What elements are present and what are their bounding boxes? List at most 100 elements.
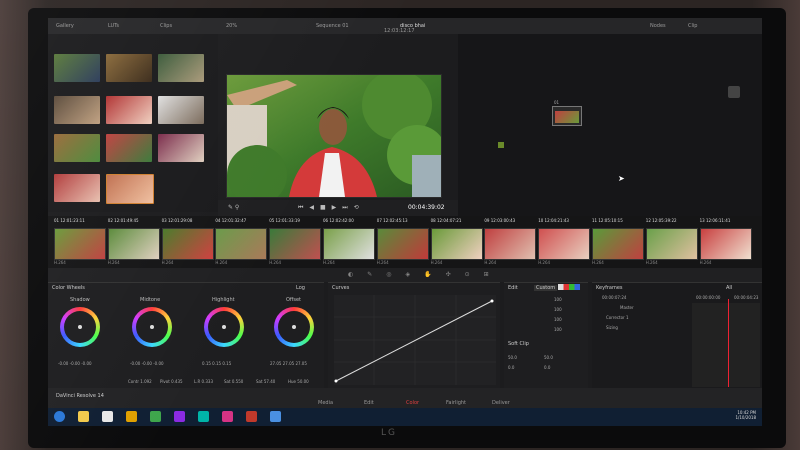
edit-value-4[interactable]: 100: [554, 327, 562, 332]
track-sizing[interactable]: Sizing: [606, 325, 618, 330]
footer-sat[interactable]: Sat 0.550: [224, 379, 243, 384]
edit-value-2[interactable]: 100: [554, 307, 562, 312]
transport-controls[interactable]: ⏮◀■▶⏭⟲: [298, 204, 365, 212]
timeline-clip[interactable]: [323, 228, 375, 260]
keyframe-track-area[interactable]: [692, 303, 760, 387]
footer-hue[interactable]: Hue 50.00: [288, 379, 309, 384]
taskbar-app-icon[interactable]: [270, 411, 281, 422]
viewer-tools-icon[interactable]: ✎ ⚲: [228, 204, 239, 211]
clip-timecode: 01 12:01:23:11: [54, 218, 85, 223]
media-thumb[interactable]: [106, 54, 152, 82]
color-wheels-panel: Color Wheels Log Shadow -0.00 -0.00 -0.0…: [48, 282, 324, 389]
windows-taskbar: 10:42 PM 1/10/2018: [48, 408, 762, 426]
media-thumb[interactable]: [54, 96, 100, 124]
timeline-clip[interactable]: [54, 228, 106, 260]
wheels-mode[interactable]: Log: [296, 285, 305, 291]
taskbar-app-icon[interactable]: [78, 411, 89, 422]
color-wheels-title: Color Wheels: [52, 285, 85, 291]
media-thumb[interactable]: [158, 134, 204, 162]
soft-clip-low[interactable]: 50.0: [508, 355, 517, 360]
taskbar-app-icon[interactable]: [246, 411, 257, 422]
timeline-clip[interactable]: [376, 228, 429, 260]
media-thumb[interactable]: [158, 54, 204, 82]
media-thumb[interactable]: [158, 96, 204, 124]
timeline-clip[interactable]: [592, 228, 644, 260]
edit-value-1[interactable]: 100: [554, 297, 562, 302]
zoom-level[interactable]: 20%: [226, 23, 237, 29]
offset-wheel[interactable]: [274, 307, 314, 347]
luts-button[interactable]: LUTs: [108, 23, 119, 29]
playhead[interactable]: [728, 299, 729, 387]
soft-clip-title: Soft Clip: [508, 341, 529, 347]
tab-fairlight[interactable]: Fairlight: [446, 400, 466, 406]
clip-codec: H.264: [107, 260, 120, 265]
taskbar-app-icon[interactable]: [126, 411, 137, 422]
taskbar-app-icon[interactable]: [174, 411, 185, 422]
footer-contrast[interactable]: Contr 1.092: [128, 379, 152, 384]
clock[interactable]: 10:42 PM 1/10/2018: [735, 410, 756, 420]
tab-deliver[interactable]: Deliver: [492, 400, 510, 406]
soft-clip-high[interactable]: 50.0: [544, 355, 553, 360]
curves-graph[interactable]: [334, 295, 496, 385]
nodes-button[interactable]: Nodes: [650, 23, 666, 29]
clip-icon[interactable]: [728, 86, 740, 98]
midtone-values[interactable]: -0.00 -0.00 -0.00: [130, 361, 164, 366]
offset-values[interactable]: 27.05 27.05 27.05: [270, 361, 307, 366]
media-thumb[interactable]: [106, 96, 152, 124]
tab-color[interactable]: Color: [406, 400, 419, 406]
media-thumb[interactable]: [106, 134, 152, 162]
media-thumb[interactable]: [54, 174, 100, 202]
tab-edit[interactable]: Edit: [364, 400, 374, 406]
midtone-wheel[interactable]: [132, 307, 172, 347]
tab-media[interactable]: Media: [318, 400, 333, 406]
start-icon[interactable]: [54, 411, 65, 422]
media-thumb[interactable]: [54, 54, 100, 82]
clip-timecode: 12 12:05:39:22: [645, 218, 677, 223]
soft-clip-hs[interactable]: 0.0: [544, 365, 550, 370]
taskbar-app-icon[interactable]: [198, 411, 209, 422]
sequence-name[interactable]: Sequence 01: [316, 23, 349, 29]
highlight-values[interactable]: 0.15 0.15 0.15: [202, 361, 231, 366]
clip-codec: H.264: [376, 260, 389, 265]
timeline-clip[interactable]: [645, 228, 698, 260]
shadow-values[interactable]: -0.00 -0.00 -0.00: [58, 361, 92, 366]
taskbar-app-icon[interactable]: [150, 411, 161, 422]
highlight-wheel[interactable]: [204, 307, 244, 347]
keyframes-master: Master: [620, 305, 634, 310]
node-input-icon[interactable]: [498, 142, 504, 148]
footer-lr[interactable]: L.R 0.333: [194, 379, 213, 384]
timeline-clip[interactable]: [215, 228, 268, 260]
clip-codec: H.264: [484, 260, 497, 265]
soft-clip-ls[interactable]: 0.0: [508, 365, 514, 370]
timeline-clip[interactable]: [538, 228, 591, 260]
footer-sat-2[interactable]: Sat 57.40: [256, 379, 275, 384]
clip-button[interactable]: Clip: [688, 23, 697, 29]
clip-codec: H.264: [323, 260, 335, 265]
clip-timecode: 11 12:05:10:15: [592, 218, 623, 223]
curve-mode-select[interactable]: Custom: [534, 285, 558, 291]
gallery-button[interactable]: Gallery: [56, 23, 74, 29]
footer-pivot[interactable]: Pivot 0.435: [160, 379, 183, 384]
media-thumb[interactable]: [54, 134, 100, 162]
media-thumb-selected[interactable]: [106, 174, 154, 204]
clip-codec: H.264: [645, 260, 658, 265]
edit-value-3[interactable]: 100: [554, 317, 562, 322]
taskbar-app-icon[interactable]: [222, 411, 233, 422]
curves-edit-panel: Edit Custom 100 100 100 100 Soft Clip 50…: [504, 282, 588, 389]
app-name: DaVinci Resolve 14: [56, 393, 104, 399]
keyframes-filter[interactable]: All: [726, 285, 732, 291]
clip-timecode: 02 12:01:49:45: [107, 218, 139, 223]
timeline-clip[interactable]: [269, 228, 322, 260]
clips-button[interactable]: Clips: [160, 23, 172, 29]
timeline-clip[interactable]: [107, 228, 160, 260]
timeline-clip[interactable]: [161, 228, 214, 260]
node-01[interactable]: [552, 106, 582, 126]
timeline-clip[interactable]: [484, 228, 537, 260]
channel-swatches[interactable]: [558, 284, 580, 290]
palette-tool-icons[interactable]: ◐✎◎◈✋✣⊙⊞: [348, 271, 503, 278]
timeline-clip[interactable]: [699, 228, 752, 260]
taskbar-app-icon[interactable]: [102, 411, 113, 422]
shadow-wheel[interactable]: [60, 307, 100, 347]
timeline-clip[interactable]: [430, 228, 483, 260]
track-corrector[interactable]: Corrector 1: [606, 315, 629, 320]
